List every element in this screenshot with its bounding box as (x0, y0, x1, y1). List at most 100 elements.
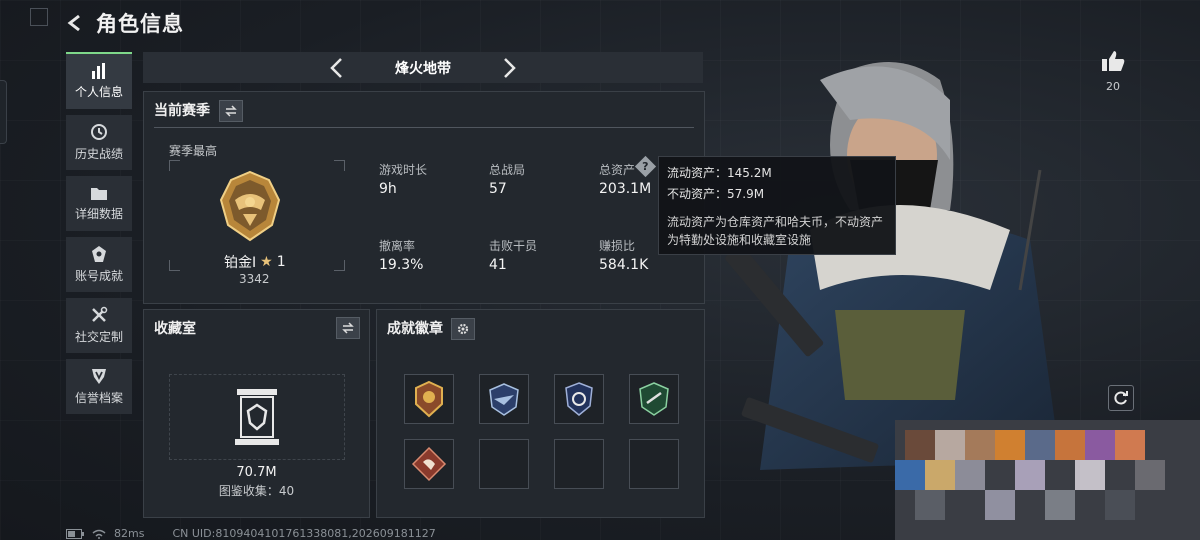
nav-item-social-custom[interactable]: 社交定制 (66, 298, 132, 353)
collection-title: 收藏室 (154, 321, 196, 337)
frame-corner (169, 260, 180, 271)
rank-label: 铂金I ★ 1 (224, 252, 286, 272)
red-diamond-badge-icon (411, 446, 447, 482)
refresh-icon (1114, 391, 1128, 405)
clock-history-icon (91, 124, 107, 140)
stat-label-matches: 总战局 (489, 163, 526, 177)
frame-corner (334, 160, 345, 171)
help-icon[interactable]: ? (634, 155, 657, 178)
swap-arrows-icon (342, 322, 354, 334)
gear-icon (457, 323, 469, 335)
tooltip-desc-line-1: 流动资产为仓库资产和哈夫币，不动资产 (667, 215, 884, 229)
stat-value-profit-ratio: 584.1K (599, 257, 649, 273)
badge-slot-empty[interactable] (479, 439, 529, 489)
winged-badge-icon (489, 383, 519, 416)
badge-slot-2[interactable] (479, 374, 529, 424)
tooltip-liquid-assets: 流动资产：145.2M (667, 166, 772, 180)
rotate-view-button[interactable] (1108, 385, 1134, 411)
collection-count: 图鉴收集：40 (218, 484, 295, 498)
green-emblem-badge-icon (639, 382, 669, 416)
badge-slot-empty[interactable] (629, 439, 679, 489)
chevron-right-icon (504, 57, 516, 78)
nav-item-detailed-data[interactable]: 详细数据 (66, 176, 132, 231)
page-title: 角色信息 (96, 12, 184, 36)
page-header: 角色信息 (64, 8, 184, 38)
tools-icon (92, 306, 108, 322)
rank-stars: 1 (276, 254, 286, 270)
collection-display-frame[interactable] (169, 374, 345, 460)
tooltip-description: 流动资产为仓库资产和哈夫币，不动资产 为特勤处设施和收藏室设施 (667, 213, 887, 249)
nav-label: 账号成就 (74, 269, 123, 283)
thumbs-up-icon (1102, 51, 1125, 71)
nav-label: 个人信息 (74, 85, 123, 99)
next-mode-button[interactable] (488, 52, 532, 83)
badge-slot-4[interactable] (629, 374, 679, 424)
tooltip-fixed-assets: 不动资产：57.9M (667, 187, 765, 201)
display-case-icon (235, 389, 279, 445)
folder-icon (91, 188, 107, 200)
nav-label: 社交定制 (74, 330, 123, 344)
prev-mode-button[interactable] (314, 52, 358, 83)
tooltip-desc-line-2: 为特勤处设施和收藏室设施 (667, 233, 812, 247)
rank-name: 铂金I (224, 255, 257, 271)
wifi-icon (92, 529, 106, 539)
side-nav: 个人信息 历史战绩 详细数据 账号成就 社交定制 信誉档案 (66, 52, 132, 420)
section-divider (154, 127, 694, 128)
switch-collection-button[interactable] (336, 317, 360, 339)
nav-label: 历史战绩 (74, 147, 123, 161)
player-uid: CN UID:8109404101761338081,202609181127 (172, 527, 436, 540)
mode-selector: 烽火地带 (143, 52, 703, 83)
frame-corner (169, 160, 180, 171)
nav-label: 详细数据 (74, 207, 123, 221)
collection-value: 70.7M (236, 465, 277, 480)
side-drawer-handle[interactable] (0, 80, 7, 144)
status-bar: 82ms CN UID:8109404101761338081,20260918… (66, 527, 436, 540)
nav-item-history[interactable]: 历史战绩 (66, 115, 132, 170)
badge-settings-button[interactable] (451, 318, 475, 340)
achievement-icon (92, 246, 106, 262)
badges-title: 成就徽章 (387, 321, 443, 337)
switch-season-button[interactable] (219, 100, 243, 122)
battery-icon (66, 528, 84, 539)
shield-icon (92, 369, 106, 384)
star-icon: ★ (260, 254, 273, 270)
rank-emblem-icon (219, 170, 281, 242)
season-panel: 当前赛季 赛季最高 铂金I ★ 1 3342 游戏时长 9h 总战局 57 总资… (143, 91, 705, 304)
stat-label-playtime: 游戏时长 (379, 163, 428, 177)
stat-value-matches: 57 (489, 181, 507, 197)
swap-arrows-icon (225, 105, 237, 117)
corner-decoration (30, 8, 48, 26)
stat-value-extraction-rate: 19.3% (379, 257, 424, 273)
eagle-badge-icon (415, 380, 443, 418)
assets-tooltip: 流动资产：145.2M 不动资产：57.9M 流动资产为仓库资产和哈夫币，不动资… (658, 156, 896, 255)
stat-value-total-assets: 203.1M (599, 181, 652, 197)
stat-label-total-assets: 总资产 (599, 163, 636, 177)
stat-value-playtime: 9h (379, 181, 397, 197)
pixelated-censor-block (895, 420, 1200, 540)
like-button[interactable]: 20 (1100, 50, 1126, 93)
nav-item-reputation[interactable]: 信誉档案 (66, 359, 132, 414)
like-count: 20 (1106, 80, 1120, 93)
season-best-label: 赛季最高 (169, 144, 218, 158)
stat-label-extraction-rate: 撤离率 (379, 239, 416, 253)
chevron-left-icon (330, 57, 342, 78)
nav-item-achievements[interactable]: 账号成就 (66, 237, 132, 292)
nav-label: 信誉档案 (74, 391, 123, 405)
ping-value: 82ms (114, 527, 145, 540)
mode-name: 烽火地带 (395, 60, 451, 77)
stat-label-profit-ratio: 赚损比 (599, 239, 636, 253)
badge-slot-empty[interactable] (554, 439, 604, 489)
frame-corner (334, 260, 345, 271)
rank-score: 3342 (239, 272, 270, 286)
stat-label-kills: 击败干员 (489, 239, 538, 253)
collection-panel: 收藏室 70.7M 图鉴收集：40 (143, 309, 370, 518)
badge-slot-5[interactable] (404, 439, 454, 489)
back-arrow-icon[interactable] (64, 12, 86, 34)
badge-slot-3[interactable] (554, 374, 604, 424)
badges-panel: 成就徽章 (376, 309, 705, 518)
nav-item-personal-info[interactable]: 个人信息 (66, 52, 132, 109)
badge-slot-1[interactable] (404, 374, 454, 424)
stat-value-kills: 41 (489, 257, 507, 273)
bar-chart-icon (92, 63, 105, 79)
season-title: 当前赛季 (154, 103, 210, 119)
